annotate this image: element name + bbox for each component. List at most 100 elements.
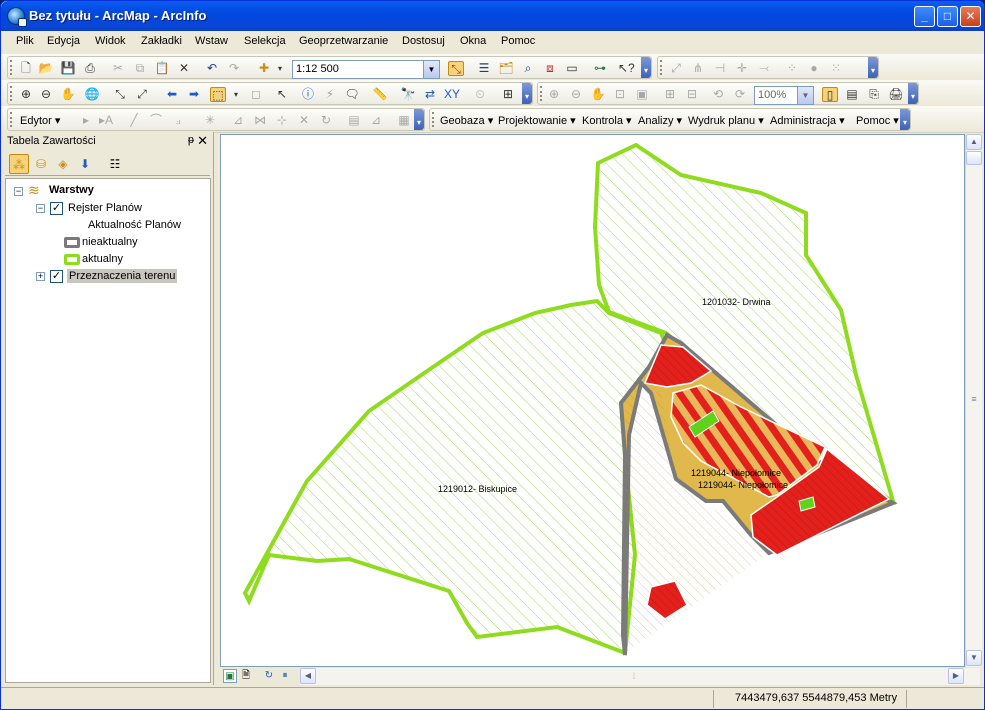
list-by-selection-icon[interactable]: ⬇ (75, 154, 95, 174)
aktualny-symbol-icon[interactable] (64, 254, 80, 265)
collapse-warstwy-icon[interactable]: − (14, 187, 23, 196)
geobaza-menu[interactable]: Geobaza ▾ (440, 114, 493, 127)
back-arrow-icon[interactable]: ⬅ (164, 87, 180, 102)
parcel-biskupice[interactable] (242, 298, 669, 656)
map-horizontal-scrollbar[interactable]: ◀ ⦙ ▶ (300, 668, 980, 685)
catalog-icon[interactable]: 🗂 (498, 61, 514, 76)
menu-okna[interactable]: Okna (460, 35, 486, 47)
toc-close-icon[interactable]: ✕ (197, 133, 208, 149)
change-layout-icon[interactable]: ⎘ (866, 87, 882, 102)
straight-segment-icon[interactable]: ╱ (126, 113, 142, 128)
arctoolbox-icon[interactable]: ⧈ (542, 61, 558, 76)
create-viewer-icon[interactable]: ⊞ (500, 87, 516, 102)
scroll-down-icon[interactable]: ▼ (966, 650, 982, 666)
point-icon[interactable]: ✳ (202, 113, 218, 128)
forward-arrow-icon[interactable]: ➡ (186, 87, 202, 102)
title-bar[interactable]: Bez tytułu - ArcMap - ArcInfo _ □ ✕ (1, 1, 984, 31)
menu-dostosuj[interactable]: Dostosuj (402, 35, 445, 47)
fixed-zoom-in-icon[interactable]: ⤡ (112, 87, 128, 102)
collapse-rejster-icon[interactable]: − (36, 204, 45, 213)
save-icon[interactable]: 💾 (60, 61, 76, 76)
kontrola-menu[interactable]: Kontrola ▾ (582, 114, 632, 127)
split-icon[interactable]: ✕ (296, 113, 312, 128)
data-view-icon[interactable]: ▣ (223, 669, 237, 683)
html-popup-icon[interactable]: 🗨 (344, 87, 360, 102)
scroll-left-icon[interactable]: ◀ (300, 668, 316, 684)
toolbar-options-icon[interactable]: ▾ (908, 83, 918, 104)
measure-icon[interactable]: 📏 (372, 87, 388, 102)
layout-view-icon[interactable]: 🗎 (239, 669, 253, 683)
zoom-percent-combobox[interactable]: 100% ▼ (754, 86, 814, 105)
rotate-icon[interactable]: ↻ (318, 113, 334, 128)
pan-hand-icon[interactable]: ✋ (60, 87, 76, 102)
identify-icon[interactable]: ⓘ (300, 87, 316, 102)
end-point-arc-icon[interactable]: ⌒ (148, 113, 164, 128)
list-by-visibility-icon[interactable]: ◈ (53, 154, 73, 174)
fixed-zoom-out-icon[interactable]: ⤢ (134, 87, 150, 102)
reshape-icon[interactable]: ⋈ (252, 113, 268, 128)
select-features-icon[interactable]: ⬚ (210, 87, 226, 102)
delete-icon[interactable]: ✕ (176, 61, 192, 76)
zoom-out-icon[interactable]: ⊖ (38, 87, 54, 102)
data-frame-warstwy[interactable]: Warstwy (49, 184, 94, 196)
select-dropdown-icon[interactable]: ▾ (228, 87, 244, 102)
menu-geoprzetwarzanie[interactable]: Geoprzetwarzanie (299, 35, 388, 47)
toolbar-options-icon[interactable]: ▾ (522, 83, 532, 104)
grid-points-icon[interactable]: ⁙ (828, 61, 844, 76)
construction-tools-icon[interactable]: ⟓ (170, 113, 186, 128)
pomoc-menu[interactable]: Pomoc ▾ (856, 114, 899, 127)
layout-zoom-in-icon[interactable]: ⊕ (546, 87, 562, 102)
zoom-in-icon[interactable]: ⊕ (18, 87, 34, 102)
projektowanie-menu[interactable]: Projektowanie ▾ (498, 114, 576, 127)
menu-edycja[interactable]: Edycja (47, 35, 80, 47)
toolbar-options-icon[interactable]: ▾ (414, 109, 424, 130)
chevron-down-icon[interactable]: ▼ (797, 87, 813, 104)
new-document-icon[interactable]: 🗋 (18, 61, 34, 76)
snap-vertex-icon[interactable]: ✛ (734, 61, 750, 76)
model-builder-icon[interactable]: ⊶ (592, 61, 608, 76)
map-vertical-scrollbar[interactable]: ▲ ≡ ▼ (965, 134, 982, 667)
layout-zoom-out-icon[interactable]: ⊖ (568, 87, 584, 102)
attributes-icon[interactable]: ▤ (346, 113, 362, 128)
close-button[interactable]: ✕ (960, 6, 981, 27)
rejster-visibility-checkbox[interactable]: ✓ (50, 202, 63, 215)
fixed-out-icon[interactable]: ⊟ (684, 87, 700, 102)
editor-menu[interactable]: Edytor ▾ (20, 114, 60, 127)
find-binoculars-icon[interactable]: 🔭 (400, 87, 416, 102)
select-elements-icon[interactable]: ↖ (274, 87, 290, 102)
toolbar-options-icon[interactable]: ▾ (868, 57, 878, 78)
layer-rejster-planow[interactable]: Rejster Planów (68, 202, 142, 214)
fixed-in-icon[interactable]: ⊞ (662, 87, 678, 102)
wydruk-planu-menu[interactable]: Wydruk planu ▾ (688, 114, 764, 127)
minimize-button[interactable]: _ (914, 6, 935, 27)
time-slider-icon[interactable]: ⏲ (472, 87, 488, 102)
menu-widok[interactable]: Widok (95, 35, 126, 47)
clear-selection-icon[interactable]: ◻ (248, 87, 264, 102)
edit-tool-icon[interactable]: ▸ (78, 113, 94, 128)
administracja-menu[interactable]: Administracja ▾ (770, 114, 845, 127)
copy-icon[interactable]: ⧉ (132, 61, 148, 76)
layout-pan-icon[interactable]: ✋ (590, 87, 606, 102)
editor-toolbar-icon[interactable]: ⤡ (448, 61, 464, 76)
table-of-contents-icon[interactable]: ☰ (476, 61, 492, 76)
search-window-icon[interactable]: ⌕ (520, 61, 536, 76)
python-window-icon[interactable]: ▭ (564, 61, 580, 76)
cut-icon[interactable]: ✂ (110, 61, 126, 76)
maximize-button[interactable]: □ (937, 6, 958, 27)
whats-this-icon[interactable]: ↖? (618, 61, 635, 76)
sphere-icon[interactable]: ● (806, 61, 822, 76)
hyperlink-icon[interactable]: ⚡ (322, 87, 338, 102)
vertex-icon[interactable]: ⋔ (690, 61, 706, 76)
edit-tool-icon[interactable]: ⤢ (668, 61, 684, 76)
scroll-thumb[interactable] (966, 151, 982, 165)
cut-polygon-icon[interactable]: ⊹ (274, 113, 290, 128)
menu-pomoc[interactable]: Pomoc (501, 35, 535, 47)
zoom-whole-page-icon[interactable]: ⊡ (612, 87, 628, 102)
create-features-icon[interactable]: ▦ (396, 113, 412, 128)
redo-icon[interactable]: ↷ (226, 61, 242, 76)
menu-wstaw[interactable]: Wstaw (195, 35, 228, 47)
toggle-draft-mode-icon[interactable]: ▯ (822, 87, 838, 102)
pin-icon[interactable]: ᵽ (188, 134, 194, 146)
find-route-icon[interactable]: ⇄ (422, 87, 438, 102)
snap-end-icon[interactable]: ⊣ (712, 61, 728, 76)
